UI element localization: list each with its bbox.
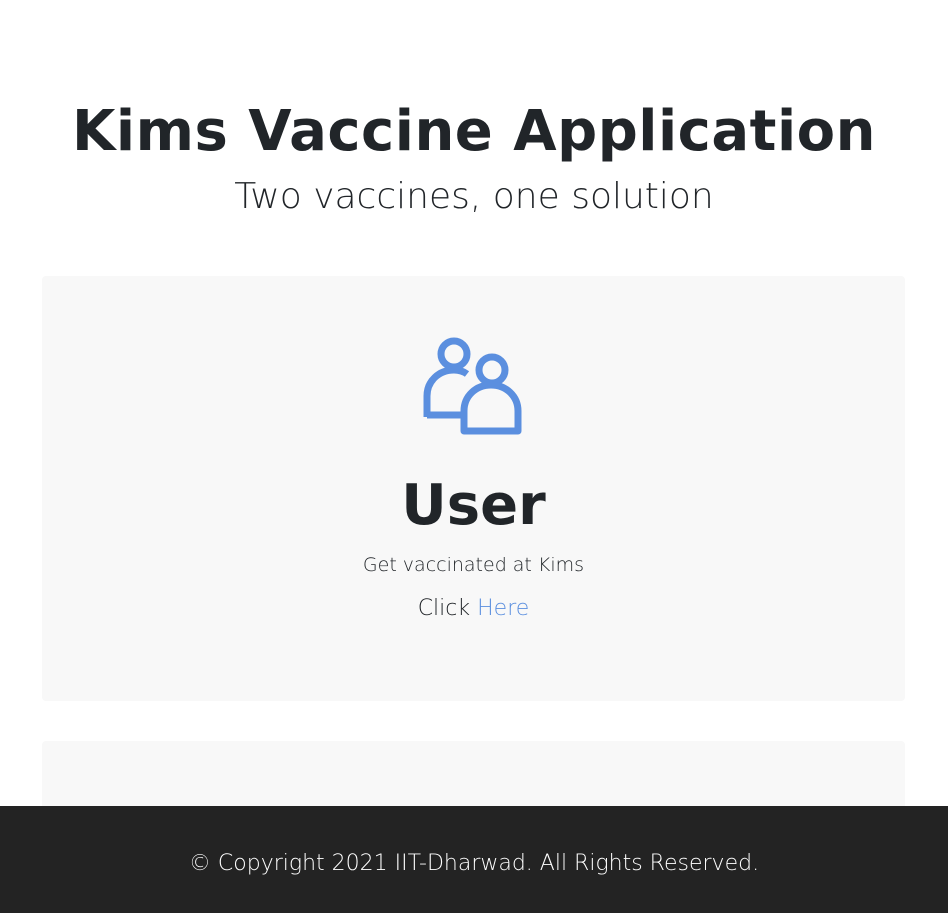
page: Kims Vaccine Application Two vaccines, o… <box>0 0 948 913</box>
page-subtitle: Two vaccines, one solution <box>234 176 714 217</box>
user-card-cta: Click Here <box>42 594 905 624</box>
hero-section: Kims Vaccine Application Two vaccines, o… <box>0 96 948 220</box>
user-card: User Get vaccinated at Kims Click Here <box>42 276 905 701</box>
user-here-link[interactable]: Here <box>477 596 529 621</box>
page-title: Kims Vaccine Application <box>72 99 876 164</box>
footer-copyright: © Copyright 2021 IIT-Dharwad. All Rights… <box>188 851 760 876</box>
cta-prefix: Click <box>417 596 471 621</box>
footer: © Copyright 2021 IIT-Dharwad. All Rights… <box>0 806 948 913</box>
user-card-description: Get vaccinated at Kims <box>362 554 585 576</box>
user-card-title: User <box>401 473 546 538</box>
users-icon <box>423 337 521 435</box>
